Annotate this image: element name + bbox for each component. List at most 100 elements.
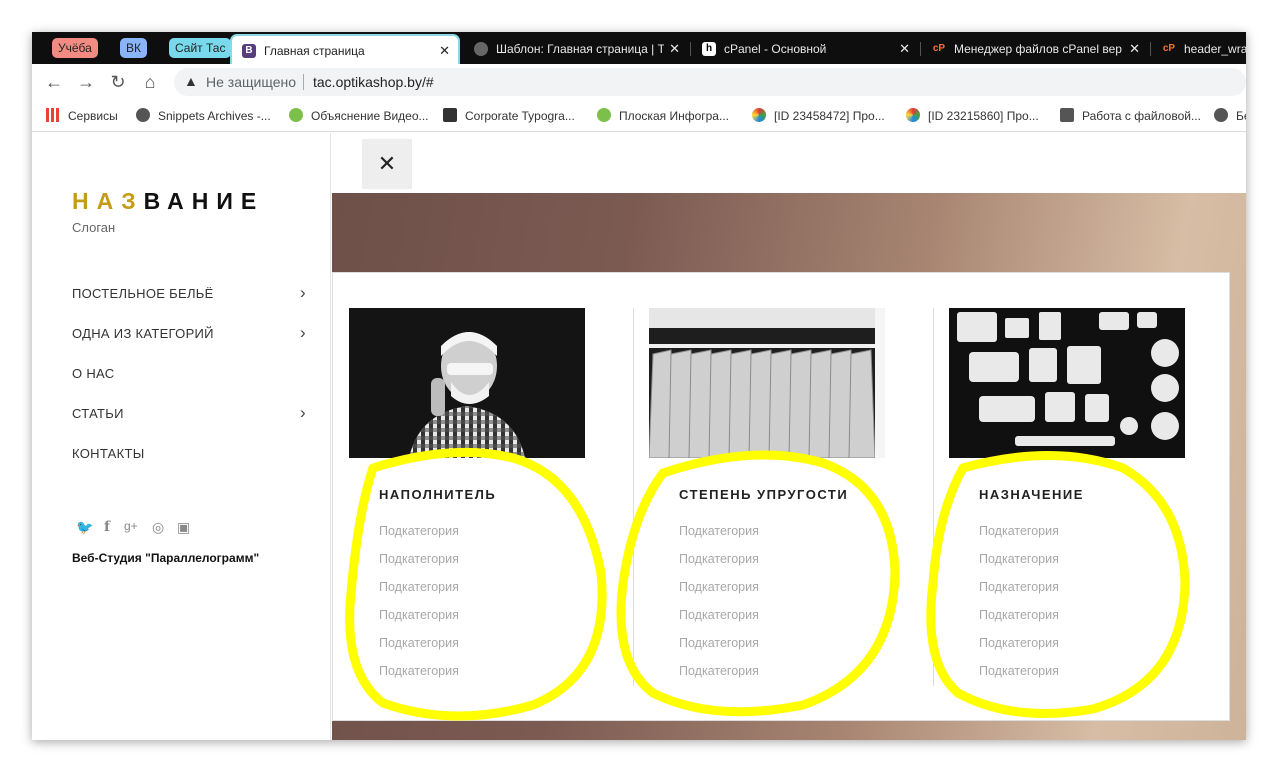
column-image-accessories[interactable] — [949, 308, 1185, 458]
menu-item-contacts[interactable]: КОНТАКТЫ — [72, 446, 306, 466]
leaf-icon — [289, 108, 303, 122]
menu-item-category[interactable]: ОДНА ИЗ КАТЕГОРИЙ › — [72, 323, 306, 346]
subcategory-link[interactable]: Подкатегория — [679, 664, 759, 678]
pinwheel-icon — [906, 108, 920, 122]
bookmark-label: Corporate Typogra... — [465, 109, 575, 123]
column-title[interactable]: НАПОЛНИТЕЛЬ — [379, 487, 496, 502]
subcategory-link[interactable]: Подкатегория — [979, 636, 1059, 650]
bookmark-label: Snippets Archives -... — [158, 109, 271, 123]
column-image-clothes-rack[interactable] — [649, 308, 885, 458]
url-text[interactable]: tac.optikashop.by/# — [313, 74, 434, 90]
tab-group-vk[interactable]: ВК — [120, 38, 147, 58]
tab-group-site[interactable]: Сайт Тас — [169, 38, 232, 58]
chevron-right-icon: › — [300, 283, 306, 302]
column-title[interactable]: НАЗНАЧЕНИЕ — [979, 487, 1084, 502]
bookmark-item[interactable]: [ID 23458472] Про... — [752, 108, 885, 124]
address-bar: ← → ↻ ⌂ ▲ Не защищено tac.optikashop.by/… — [32, 64, 1246, 100]
bookmark-item[interactable]: Объяснение Видео... — [289, 108, 429, 124]
tab-cpanel[interactable]: h cPanel - Основной ✕ — [692, 34, 918, 64]
subcategory-link[interactable]: Подкатегория — [979, 608, 1059, 622]
pinwheel-icon — [752, 108, 766, 122]
tab-separator — [690, 42, 691, 56]
main-content: ✕ НАПОЛНИТЕЛЬ Подкатегория Подкатегория … — [332, 133, 1246, 740]
omnibox-separator — [303, 74, 304, 90]
studio-credit[interactable]: Веб-Студия "Параллелограмм" — [72, 551, 259, 565]
menu-column-purpose: НАЗНАЧЕНИЕ Подкатегория Подкатегория Под… — [949, 308, 1185, 688]
dribbble-icon[interactable]: ◎ — [152, 519, 164, 536]
logo-main: ВАНИЕ — [143, 188, 265, 214]
tab-file-manager[interactable]: cP Менеджер файлов cPanel вер ✕ — [922, 34, 1148, 64]
tab-header-wrap[interactable]: cP header_wra — [1152, 34, 1246, 64]
subcategory-link[interactable]: Подкатегория — [979, 552, 1059, 566]
tab-home[interactable]: B Главная страница ✕ — [230, 34, 460, 64]
globe-icon — [136, 108, 150, 122]
bookmark-item[interactable]: [ID 23215860] Про... — [906, 108, 1039, 124]
subcategory-link[interactable]: Подкатегория — [379, 636, 459, 650]
subcategory-link[interactable]: Подкатегория — [679, 524, 759, 538]
close-tab-icon[interactable]: ✕ — [899, 34, 910, 64]
menu-label: ОДНА ИЗ КАТЕГОРИЙ — [72, 326, 214, 341]
apps-grid-icon — [46, 108, 60, 122]
close-menu-button[interactable]: ✕ — [362, 139, 412, 189]
bookmark-label: Бе — [1236, 109, 1246, 123]
subcategory-link[interactable]: Подкатегория — [379, 580, 459, 594]
back-icon[interactable]: ← — [44, 72, 64, 92]
forward-icon[interactable]: → — [76, 72, 96, 92]
tab-title: Главная страница — [264, 44, 365, 58]
column-divider — [633, 308, 634, 686]
security-label[interactable]: Не защищено — [206, 74, 296, 90]
tab-bar: Учёба ВК Сайт Тас B Главная страница ✕ Ш… — [32, 32, 1246, 64]
subcategory-link[interactable]: Подкатегория — [679, 552, 759, 566]
subcategory-link[interactable]: Подкатегория — [679, 580, 759, 594]
bookmark-label: [ID 23215860] Про... — [928, 109, 1039, 123]
menu-item-articles[interactable]: СТАТЬИ › — [72, 403, 306, 426]
logo-accent: НАЗ — [72, 188, 144, 214]
subcategory-link[interactable]: Подкатегория — [979, 580, 1059, 594]
subcategory-link[interactable]: Подкатегория — [979, 664, 1059, 678]
page: НАЗВАНИЕ Слоган ПОСТЕЛЬНОЕ БЕЛЬЁ › ОДНА И… — [32, 133, 1246, 740]
subcategory-link[interactable]: Подкатегория — [379, 552, 459, 566]
close-tab-icon[interactable]: ✕ — [439, 36, 450, 64]
google-plus-icon[interactable]: g+ — [124, 519, 138, 533]
site-logo[interactable]: НАЗВАНИЕ — [72, 188, 264, 215]
cpanel-logo-icon: cP — [932, 43, 946, 54]
subcategory-link[interactable]: Подкатегория — [379, 608, 459, 622]
bookmark-item[interactable]: Corporate Typogra... — [443, 108, 575, 124]
bookmark-label: Объяснение Видео... — [311, 109, 429, 123]
subcategory-link[interactable]: Подкатегория — [679, 608, 759, 622]
column-title[interactable]: СТЕПЕНЬ УПРУГОСТИ — [679, 487, 848, 502]
menu-label: ПОСТЕЛЬНОЕ БЕЛЬЁ — [72, 286, 214, 301]
subcategory-link[interactable]: Подкатегория — [379, 524, 459, 538]
bookmark-apps[interactable]: Сервисы — [46, 108, 118, 124]
leaf-icon — [597, 108, 611, 122]
subcategory-link[interactable]: Подкатегория — [379, 664, 459, 678]
close-tab-icon[interactable]: ✕ — [669, 34, 680, 64]
close-tab-icon[interactable]: ✕ — [1129, 34, 1140, 64]
tab-group-study[interactable]: Учёба — [52, 38, 98, 58]
home-icon[interactable]: ⌂ — [140, 72, 160, 92]
reload-icon[interactable]: ↻ — [108, 72, 128, 92]
tab-template[interactable]: Шаблон: Главная страница | Та ✕ — [464, 34, 688, 64]
column-divider — [933, 308, 934, 686]
bookmark-item[interactable]: Плоская Инфогра... — [597, 108, 729, 124]
bookmarks-bar: Сервисы Snippets Archives -... Объяснени… — [32, 100, 1246, 132]
twitter-icon[interactable]: 🐦 — [76, 519, 93, 536]
bookmark-item[interactable]: Snippets Archives -... — [136, 108, 271, 124]
sidebar: НАЗВАНИЕ Слоган ПОСТЕЛЬНОЕ БЕЛЬЁ › ОДНА И… — [32, 133, 331, 740]
facebook-icon[interactable]: f — [104, 519, 110, 535]
chevron-right-icon: › — [300, 403, 306, 422]
subcategory-link[interactable]: Подкатегория — [679, 636, 759, 650]
warning-icon[interactable]: ▲ — [184, 73, 198, 89]
menu-item-bedding[interactable]: ПОСТЕЛЬНОЕ БЕЛЬЁ › — [72, 283, 306, 306]
mega-menu: НАПОЛНИТЕЛЬ Подкатегория Подкатегория По… — [332, 272, 1230, 721]
globe-icon — [1214, 108, 1228, 122]
bookmark-item[interactable]: Работа с файловой... — [1060, 108, 1201, 124]
menu-column-firmness: СТЕПЕНЬ УПРУГОСТИ Подкатегория Подкатего… — [649, 308, 885, 688]
bookmark-label: Работа с файловой... — [1082, 109, 1201, 123]
bookmark-item[interactable]: Бе — [1214, 108, 1246, 124]
instagram-icon[interactable]: ▣ — [177, 519, 190, 536]
subcategory-link[interactable]: Подкатегория — [979, 524, 1059, 538]
menu-item-about[interactable]: О НАС — [72, 366, 306, 386]
omnibox[interactable]: ▲ Не защищено tac.optikashop.by/# — [174, 68, 1246, 96]
column-image-man[interactable] — [349, 308, 585, 458]
